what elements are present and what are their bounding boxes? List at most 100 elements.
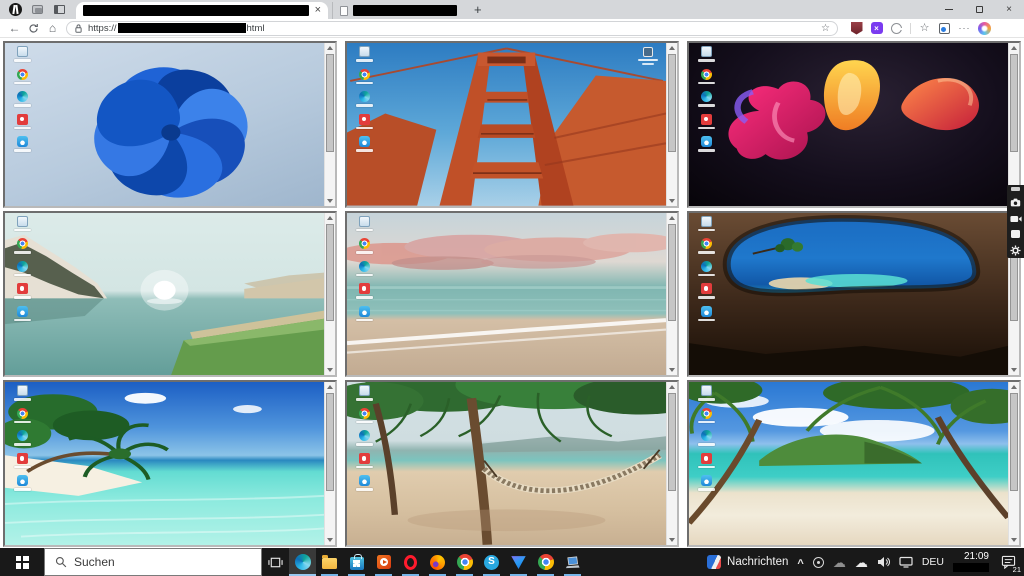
chrome-icon[interactable] [693, 69, 719, 85]
taskbar-app-file-explorer[interactable] [316, 548, 343, 576]
chrome-icon[interactable] [351, 408, 377, 424]
remote-desktop-cell-1[interactable] [3, 41, 337, 208]
scroll-up-icon[interactable] [667, 382, 677, 392]
recycle-bin-icon[interactable] [9, 385, 35, 401]
red-media-app-icon[interactable] [9, 114, 35, 130]
scrollbar[interactable] [666, 213, 677, 376]
scroll-down-icon[interactable] [1009, 365, 1019, 375]
scroll-down-icon[interactable] [1009, 535, 1019, 545]
remote-desktop-cell-9[interactable] [687, 380, 1021, 547]
capture-toolbar[interactable] [1007, 185, 1024, 258]
recycle-bin-icon[interactable] [351, 216, 377, 232]
chrome-icon[interactable] [9, 238, 35, 254]
chrome-icon[interactable] [693, 238, 719, 254]
blue-cloud-app-icon[interactable] [9, 475, 35, 491]
recycle-bin-icon[interactable] [693, 216, 719, 232]
tray-overflow-chevron[interactable]: ^ [797, 558, 803, 570]
back-button[interactable]: ← [5, 20, 24, 36]
refresh-button[interactable] [24, 20, 43, 36]
minimize-button[interactable] [934, 0, 964, 19]
keyboard-language[interactable]: DEU [922, 556, 944, 568]
news-and-interests[interactable]: Nachrichten [707, 555, 788, 569]
edge-icon[interactable] [9, 430, 35, 446]
scroll-down-icon[interactable] [667, 365, 677, 375]
blue-cloud-app-icon[interactable] [351, 475, 377, 491]
server-info-desktop-icon[interactable] [635, 47, 661, 65]
home-button[interactable]: ⌂ [43, 20, 62, 36]
scrollbar-thumb[interactable] [326, 393, 334, 491]
blue-cloud-app-icon[interactable] [693, 136, 719, 152]
taskbar-app-edge[interactable] [289, 548, 316, 576]
taskbar-app-store[interactable] [343, 548, 370, 576]
red-media-app-icon[interactable] [693, 114, 719, 130]
chrome-icon[interactable] [693, 408, 719, 424]
taskbar-app-laptop[interactable] [559, 548, 586, 576]
gray-extension-button[interactable] [890, 22, 903, 35]
edge-icon[interactable] [351, 261, 377, 277]
blue-cloud-app-icon[interactable] [351, 136, 377, 152]
red-media-app-icon[interactable] [9, 453, 35, 469]
workspaces-button[interactable] [28, 2, 46, 17]
chrome-icon[interactable] [9, 408, 35, 424]
browser-logo[interactable] [6, 2, 24, 17]
favorite-star-icon[interactable]: ☆ [821, 23, 830, 34]
volume-icon[interactable] [877, 556, 890, 568]
scrollbar-thumb[interactable] [326, 224, 334, 322]
edge-icon[interactable] [351, 430, 377, 446]
scrollbar-thumb[interactable] [1010, 54, 1018, 152]
adblock-extension-button[interactable] [850, 22, 863, 35]
scrollbar[interactable] [1008, 43, 1019, 206]
onedrive-paused-icon[interactable]: ☁ [833, 556, 846, 569]
scroll-down-icon[interactable] [667, 535, 677, 545]
remote-desktop-cell-8[interactable] [345, 380, 679, 547]
blue-cloud-app-icon[interactable] [9, 136, 35, 152]
taskbar-app-skype[interactable]: S [478, 548, 505, 576]
vertical-tabs-button[interactable] [50, 2, 68, 17]
edge-icon[interactable] [693, 261, 719, 277]
chrome-icon[interactable] [351, 69, 377, 85]
blue-cloud-app-icon[interactable] [351, 306, 377, 322]
red-media-app-icon[interactable] [9, 283, 35, 299]
scroll-up-icon[interactable] [325, 213, 335, 223]
camera-icon[interactable] [1010, 198, 1021, 207]
close-tab-icon[interactable]: × [315, 5, 321, 16]
recycle-bin-icon[interactable] [693, 46, 719, 62]
scrollbar-thumb[interactable] [1010, 393, 1018, 491]
video-camera-icon[interactable] [1010, 215, 1022, 223]
scroll-down-icon[interactable] [325, 365, 335, 375]
scrollbar[interactable] [1008, 382, 1019, 545]
onedrive-icon[interactable]: ☁ [855, 556, 868, 569]
taskbar-app-chrome-2[interactable] [532, 548, 559, 576]
taskbar-app-chrome[interactable] [451, 548, 478, 576]
remote-desktop-cell-6[interactable] [687, 211, 1021, 378]
tab-1-active[interactable]: × [76, 2, 328, 19]
recycle-bin-icon[interactable] [693, 385, 719, 401]
new-tab-button[interactable]: + [474, 2, 482, 17]
taskbar-search-input[interactable]: Suchen [44, 548, 262, 576]
edge-icon[interactable] [693, 91, 719, 107]
edge-icon[interactable] [351, 91, 377, 107]
scrollbar[interactable] [324, 43, 335, 206]
record-frame-icon[interactable] [1011, 230, 1020, 238]
scrollbar[interactable] [324, 382, 335, 545]
edge-icon[interactable] [693, 430, 719, 446]
blue-cloud-app-icon[interactable] [693, 475, 719, 491]
recycle-bin-icon[interactable] [9, 216, 35, 232]
scrollbar[interactable] [324, 213, 335, 376]
scroll-down-icon[interactable] [667, 196, 677, 206]
maximize-button[interactable] [964, 0, 994, 19]
red-media-app-icon[interactable] [693, 453, 719, 469]
remote-desktop-cell-4[interactable] [3, 211, 337, 378]
edge-icon[interactable] [9, 261, 35, 277]
taskbar-app-triangle[interactable] [505, 548, 532, 576]
scrollbar[interactable] [666, 43, 677, 206]
collections-button[interactable]: ☆ [918, 22, 931, 35]
red-media-app-icon[interactable] [351, 114, 377, 130]
scroll-up-icon[interactable] [325, 382, 335, 392]
scroll-up-icon[interactable] [1009, 43, 1019, 53]
edge-icon[interactable] [9, 91, 35, 107]
taskbar-app-media-player[interactable] [370, 548, 397, 576]
scroll-up-icon[interactable] [667, 213, 677, 223]
tab-2[interactable] [332, 2, 464, 19]
tray-app-icon[interactable] [813, 557, 824, 568]
